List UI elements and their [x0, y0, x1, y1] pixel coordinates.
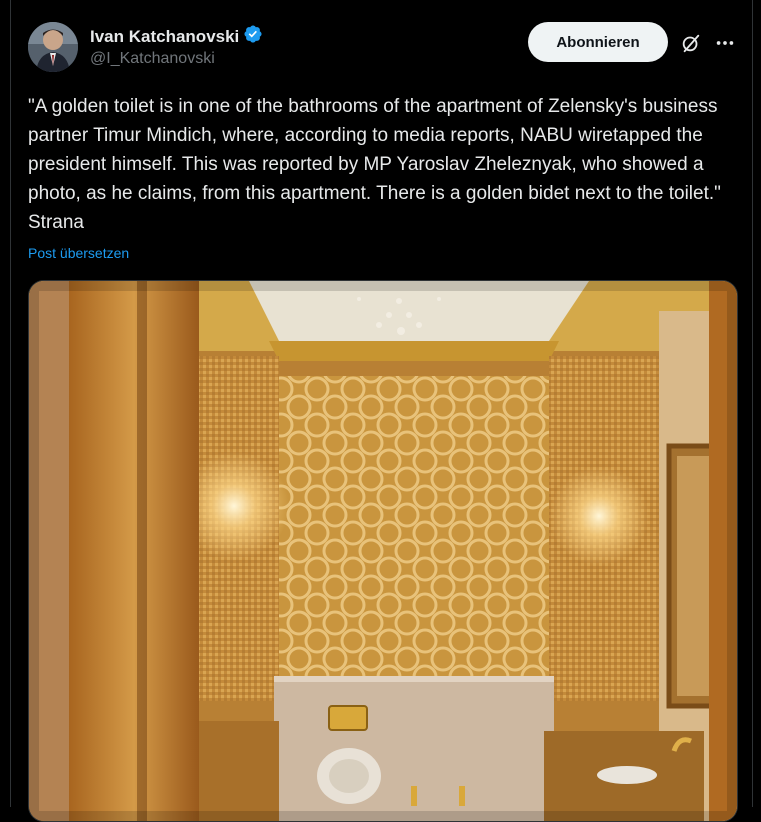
display-name[interactable]: Ivan Katchanovski [90, 27, 239, 47]
tweet-text: "A golden toilet is in one of the bathro… [28, 96, 727, 233]
avatar[interactable] [28, 22, 78, 72]
author-handle[interactable]: @I_Katchanovski [90, 50, 215, 68]
verified-badge-icon [243, 24, 263, 49]
timeline-border-right [752, 0, 753, 807]
timeline-border-left [10, 0, 11, 807]
author-name-row[interactable]: Ivan Katchanovski [90, 24, 263, 49]
more-options-icon[interactable] [714, 32, 736, 54]
grok-icon[interactable] [680, 32, 702, 54]
translate-post-link[interactable]: Post übersetzen [28, 245, 129, 261]
tweet-photo[interactable] [28, 280, 738, 822]
follow-button[interactable]: Abonnieren [528, 22, 668, 62]
